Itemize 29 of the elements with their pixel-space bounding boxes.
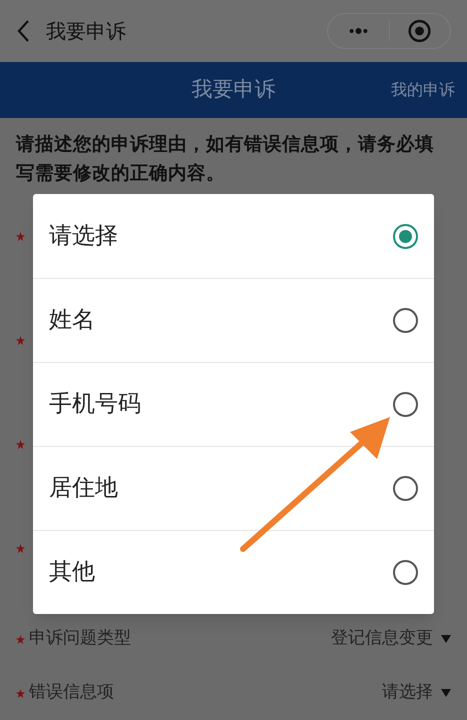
- back-icon[interactable]: [16, 19, 30, 43]
- required-star-icon: [16, 336, 25, 345]
- radio-button[interactable]: [393, 476, 418, 501]
- option-label: 其他: [49, 558, 95, 588]
- nav-title: 我要申诉: [46, 18, 126, 45]
- option-label: 请选择: [49, 222, 118, 251]
- required-star-icon: [16, 232, 25, 241]
- required-star-icon: [16, 544, 25, 553]
- option-label: 手机号码: [49, 390, 141, 420]
- option-label: 居住地: [49, 474, 118, 504]
- required-star-icon: [16, 440, 25, 449]
- picker-option[interactable]: 其他: [33, 530, 434, 614]
- radio-button[interactable]: [393, 308, 418, 333]
- option-label: 姓名: [49, 306, 95, 336]
- field-label: 错误信息项: [29, 681, 114, 704]
- picker-option[interactable]: 请选择: [33, 194, 434, 278]
- field-label: 申诉问题类型: [29, 627, 131, 650]
- required-star-icon: [16, 634, 25, 644]
- dropdown-caret-icon: [441, 635, 451, 643]
- capsule-menu[interactable]: [327, 13, 451, 49]
- my-appeals-link[interactable]: 我的申诉: [391, 78, 455, 102]
- radio-button[interactable]: [393, 224, 418, 248]
- radio-button[interactable]: [393, 560, 418, 585]
- dropdown-caret-icon: [441, 689, 451, 697]
- required-star-icon: [16, 688, 25, 698]
- radio-button[interactable]: [393, 392, 418, 417]
- picker-option[interactable]: 姓名: [33, 278, 434, 362]
- header-title: 我要申诉: [192, 76, 276, 104]
- description-text: 请描述您的申诉理由，如有错误信息项，请务必填写需要修改的正确内容。: [14, 133, 435, 186]
